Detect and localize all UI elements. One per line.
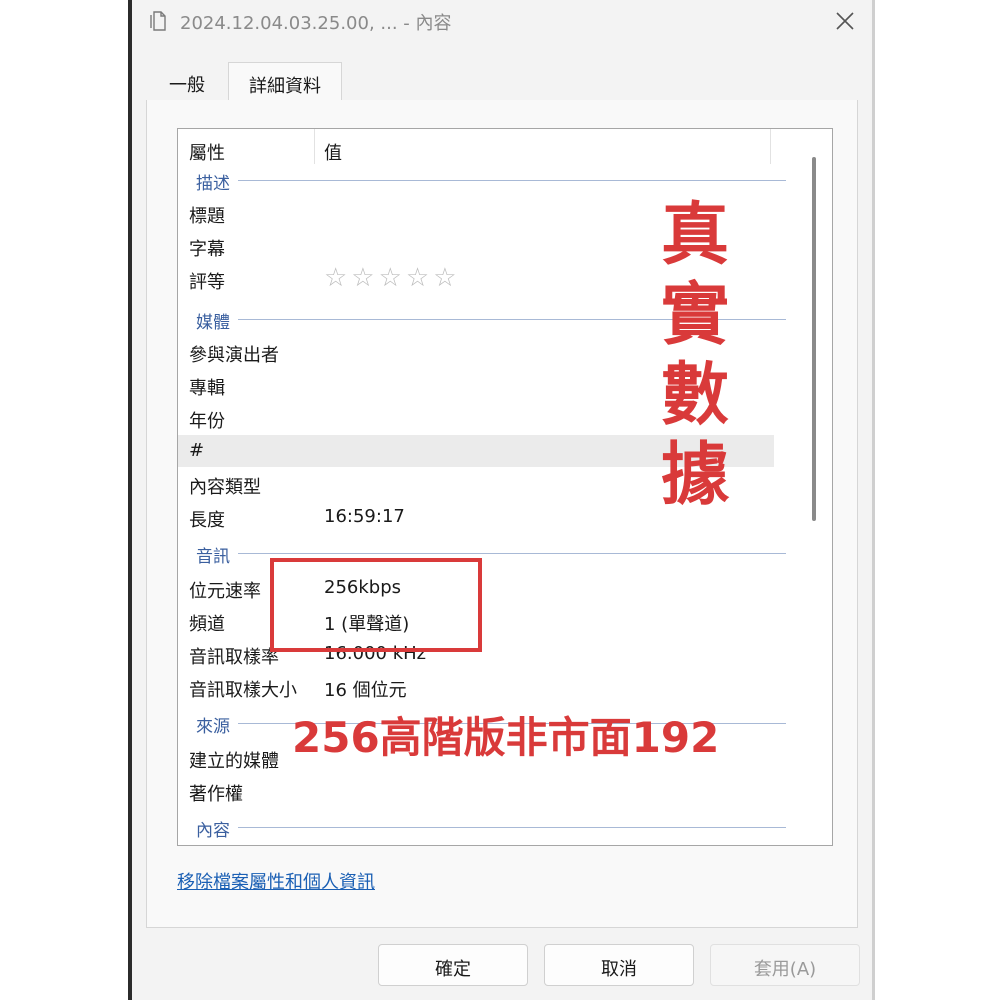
overlay-real-data-text: 真 實 數 據 [655, 196, 735, 516]
group-divider [198, 553, 786, 554]
property-label: 年份 [189, 411, 225, 432]
tab-details[interactable]: 詳細資料 [228, 62, 342, 101]
property-label: 長度 [189, 510, 225, 531]
title-bar: 2024.12.04.03.25.00, ... - 內容 [132, 0, 872, 42]
property-label: 內容類型 [189, 477, 261, 498]
overlay-banner-text: 256高階版非市面192 [292, 713, 720, 762]
rating-stars[interactable]: ☆☆☆☆☆ [324, 263, 461, 293]
property-label: 標題 [189, 206, 225, 227]
close-icon [836, 12, 854, 30]
overlay-char: 實 [660, 276, 729, 355]
column-header-value[interactable]: 值 [324, 139, 342, 165]
property-label: 建立的媒體 [189, 751, 279, 772]
property-label: 音訊取樣大小 [189, 680, 297, 701]
tab-strip: 一般 詳細資料 [146, 62, 858, 101]
window-shadow-right [872, 0, 875, 1000]
property-label: 評等 [189, 272, 225, 293]
group-origin: 來源 [196, 712, 238, 737]
column-header-property[interactable]: 屬性 [189, 139, 225, 165]
property-label: 著作權 [189, 784, 243, 805]
property-label: 位元速率 [189, 581, 261, 602]
column-divider[interactable] [314, 129, 315, 164]
column-divider[interactable] [770, 129, 771, 164]
property-value: 16 個位元 [324, 680, 407, 701]
property-label: 音訊取樣率 [189, 647, 279, 668]
document-icon [150, 11, 166, 31]
vertical-scrollbar[interactable] [806, 157, 816, 527]
property-label: 頻道 [189, 614, 225, 635]
overlay-char: 數 [660, 356, 729, 435]
group-audio: 音訊 [196, 542, 238, 567]
highlight-box [270, 558, 482, 652]
window-title: 2024.12.04.03.25.00, ... - 內容 [180, 13, 452, 34]
group-divider [198, 827, 786, 828]
property-label: # [189, 440, 205, 461]
property-value: 16:59:17 [324, 506, 405, 527]
property-label: 參與演出者 [189, 345, 279, 366]
close-button[interactable] [828, 6, 862, 36]
apply-button[interactable]: 套用(A) [710, 944, 860, 986]
cancel-button[interactable]: 取消 [544, 944, 694, 986]
group-divider [198, 180, 786, 181]
scrollbar-thumb[interactable] [812, 157, 816, 521]
property-row-sample-size[interactable]: 音訊取樣大小 16 個位元 [178, 671, 774, 703]
tab-general[interactable]: 一般 [146, 62, 228, 100]
overlay-char: 據 [660, 436, 729, 515]
remove-properties-link[interactable]: 移除檔案屬性和個人資訊 [177, 868, 375, 894]
group-description: 描述 [196, 169, 238, 194]
details-panel: 屬性 值 描述 標題 字幕 評等 ☆☆☆☆☆ 媒體 參與演出者 專輯 年份 # … [146, 100, 858, 928]
property-label: 專輯 [189, 378, 225, 399]
property-label: 字幕 [189, 239, 225, 260]
overlay-char: 真 [660, 196, 729, 275]
property-row-copyright[interactable]: 著作權 [178, 775, 774, 807]
group-media: 媒體 [196, 308, 238, 333]
ok-button[interactable]: 確定 [378, 944, 528, 986]
properties-dialog: 2024.12.04.03.25.00, ... - 內容 一般 詳細資料 屬性… [132, 0, 872, 1000]
group-content: 內容 [196, 816, 238, 841]
